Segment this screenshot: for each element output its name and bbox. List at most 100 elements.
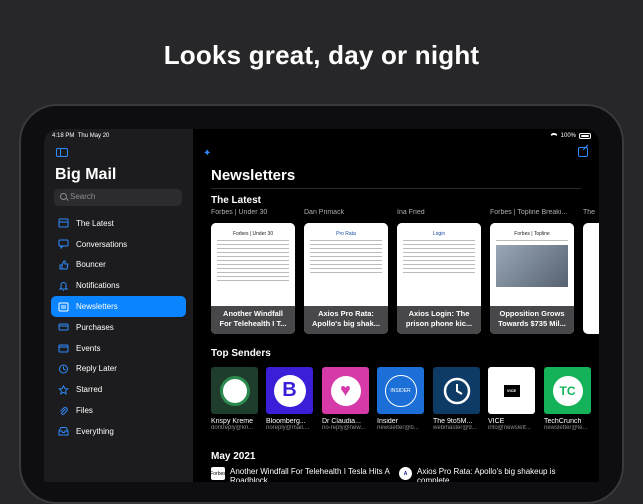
sender-name: Bloomberg... bbox=[266, 418, 306, 425]
search-input[interactable]: Search bbox=[54, 189, 182, 206]
top-senders: Krispy Kreme dontreply@kri... B Bloomber… bbox=[211, 367, 599, 431]
krispy-kreme-logo bbox=[211, 367, 258, 414]
card-sender: Forbes | Under 30 bbox=[211, 209, 268, 216]
sidebar-item-the-latest[interactable]: The Latest bbox=[51, 213, 186, 234]
card-preview: Forbes | Topline bbox=[490, 223, 574, 308]
insider-logo: INSIDER bbox=[377, 367, 424, 414]
sender-name: TechCrunch bbox=[544, 418, 582, 425]
clock-icon bbox=[58, 364, 69, 374]
sidebar-item-newsletters[interactable]: Newsletters bbox=[51, 296, 186, 317]
sidebar-item-label: Reply Later bbox=[76, 364, 117, 374]
sidebar: 4:18 PM Thu May 20 Big Mail Search The L… bbox=[44, 129, 193, 482]
headline: Looks great, day or night bbox=[163, 40, 480, 70]
card-preview-header: Forbes | Topline bbox=[514, 231, 550, 237]
sidebar-item-label: Purchases bbox=[76, 322, 114, 332]
vice-logo: VICE bbox=[488, 367, 535, 414]
card-sender: The bbox=[583, 209, 596, 216]
sidebar-item-everything[interactable]: Everything bbox=[51, 421, 186, 442]
card-preview: Forbes | Under 30 bbox=[211, 223, 295, 308]
wifi-icon bbox=[549, 133, 558, 139]
sidebar-item-reply-later[interactable]: Reply Later bbox=[51, 359, 186, 380]
sidebar-item-label: The Latest bbox=[76, 218, 114, 228]
mail-row[interactable]: A Axios Pro Rata: Apollo's big shakeup i… bbox=[399, 467, 577, 482]
sender-tile[interactable]: TC TechCrunch newsletter@te... bbox=[544, 367, 591, 431]
newsletter-card[interactable]: Dan Primack Pro Rata Axios Pro Rata: Apo… bbox=[304, 209, 388, 335]
search-icon bbox=[60, 193, 67, 200]
sidebar-item-purchases[interactable]: Purchases bbox=[51, 317, 186, 338]
sidebar-item-label: Files bbox=[76, 406, 93, 416]
divider bbox=[211, 188, 581, 189]
mail-sender-avatar: Forbes bbox=[210, 467, 226, 480]
main-content: 100% ✦ Newsletters The Latest Forbes | U… bbox=[193, 129, 599, 482]
section-the-latest: The Latest bbox=[211, 195, 262, 206]
section-top-senders: Top Senders bbox=[211, 348, 271, 359]
page-title: Newsletters bbox=[211, 167, 296, 184]
sender-email: webmaster@9... bbox=[433, 425, 477, 431]
sidebar-item-conversations[interactable]: Conversations bbox=[51, 234, 186, 255]
sender-email: dontreply@kri... bbox=[211, 425, 254, 431]
sidebar-item-label: Starred bbox=[76, 385, 103, 395]
newsletter-card[interactable]: The bbox=[583, 209, 599, 335]
search-placeholder: Search bbox=[70, 192, 96, 201]
sender-email: no-reply@new... bbox=[322, 425, 366, 431]
card-caption: Another Windfall For Telehealth I T... bbox=[211, 306, 295, 334]
newsletter-card[interactable]: Forbes | Under 30 Forbes | Under 30 Anot… bbox=[211, 209, 295, 335]
status-battery: 100% bbox=[549, 133, 591, 139]
heart-logo: ♥ bbox=[322, 367, 369, 414]
star-icon bbox=[58, 384, 69, 395]
card-preview-header: Pro Rata bbox=[336, 231, 356, 237]
sidebar-item-bouncer[interactable]: Bouncer bbox=[51, 255, 186, 276]
latest-carousel: Forbes | Under 30 Forbes | Under 30 Anot… bbox=[211, 209, 599, 335]
mail-subject: Axios Pro Rata: Apollo's big shakeup is … bbox=[417, 467, 556, 482]
sidebar-item-events[interactable]: Events bbox=[51, 338, 186, 359]
clock-logo bbox=[433, 367, 480, 414]
sender-email: newsletter@te... bbox=[544, 425, 588, 431]
card-caption: Opposition Grows Towards $735 Mil... bbox=[490, 306, 574, 334]
bloomberg-logo: B bbox=[266, 367, 313, 414]
card-sender: Dan Primack bbox=[304, 209, 345, 216]
sender-tile[interactable]: B Bloomberg... noreply@mail.... bbox=[266, 367, 313, 431]
sidebar-nav: The Latest Conversations Bouncer Notific… bbox=[51, 213, 186, 442]
card-preview-header: Login bbox=[432, 231, 446, 237]
sidebar-item-files[interactable]: Files bbox=[51, 400, 186, 421]
bell-icon bbox=[58, 281, 69, 291]
card-preview: Pro Rata bbox=[304, 223, 388, 308]
sparkle-icon[interactable]: ✦ bbox=[203, 148, 211, 159]
card-preview-header: Forbes | Under 30 bbox=[232, 231, 274, 237]
conversations-icon bbox=[58, 239, 69, 250]
newsletter-icon bbox=[58, 302, 69, 312]
sidebar-item-label: Events bbox=[76, 343, 101, 353]
mail-sender-avatar: A bbox=[399, 467, 412, 480]
sender-email: newsletter@b... bbox=[377, 425, 419, 431]
newsletter-card[interactable]: Ina Fried Login Axios Login: The prison … bbox=[397, 209, 481, 335]
calendar-icon bbox=[58, 343, 69, 353]
sidebar-toggle-icon[interactable] bbox=[56, 148, 68, 157]
status-time: 4:18 PM Thu May 20 bbox=[52, 133, 110, 139]
newsletter-card[interactable]: Forbes | Topline Breaki... Forbes | Topl… bbox=[490, 209, 574, 335]
sidebar-item-starred[interactable]: Starred bbox=[51, 379, 186, 400]
sidebar-item-label: Everything bbox=[76, 426, 114, 436]
sender-tile[interactable]: ♥ Dr Claudia... no-reply@new... bbox=[322, 367, 369, 431]
mail-row[interactable]: Forbes Another Windfall For Telehealth I… bbox=[210, 467, 390, 482]
card-preview-photo bbox=[496, 245, 568, 287]
battery-icon bbox=[579, 133, 591, 139]
credit-card-icon bbox=[58, 322, 69, 332]
compose-icon[interactable] bbox=[578, 147, 588, 157]
sidebar-item-notifications[interactable]: Notifications bbox=[51, 275, 186, 296]
thumbs-down-icon bbox=[58, 260, 69, 270]
techcrunch-logo: TC bbox=[544, 367, 591, 414]
card-caption: Axios Pro Rata: Apollo's big shak... bbox=[304, 306, 388, 334]
card-preview: Login bbox=[397, 223, 481, 308]
sidebar-item-label: Conversations bbox=[76, 239, 128, 249]
latest-icon bbox=[58, 218, 69, 228]
sidebar-item-label: Notifications bbox=[76, 281, 120, 291]
mail-subject: Another Windfall For Telehealth I Tesla … bbox=[230, 467, 390, 482]
sender-tile[interactable]: VICE VICE info@newslett... bbox=[488, 367, 535, 431]
sender-tile[interactable]: The 9to5M... webmaster@9... bbox=[433, 367, 480, 431]
sender-tile[interactable]: Krispy Kreme dontreply@kri... bbox=[211, 367, 258, 431]
sender-name: Insider bbox=[377, 418, 399, 425]
card-sender: Forbes | Topline Breaki... bbox=[490, 209, 568, 216]
sender-tile[interactable]: INSIDER Insider newsletter@b... bbox=[377, 367, 424, 431]
sender-name: Dr Claudia... bbox=[322, 418, 361, 425]
sender-email: info@newslett... bbox=[488, 425, 531, 431]
